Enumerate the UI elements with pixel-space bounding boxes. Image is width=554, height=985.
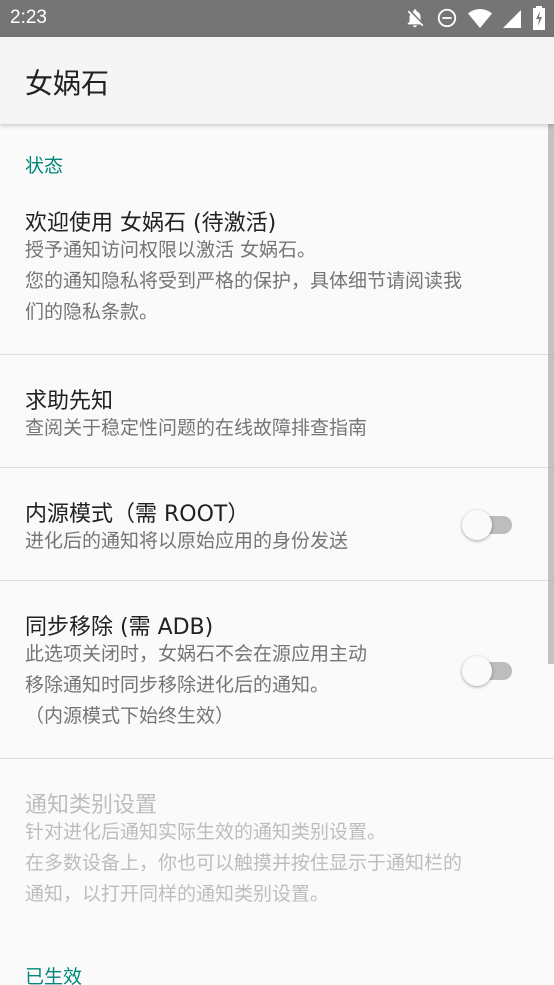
summary-line: （内源模式下始终生效） bbox=[25, 705, 235, 727]
welcome-summary: 授予通知访问权限以激活 女娲石。 您的通知隐私将受到严格的保护，具体细节请阅读我… bbox=[25, 235, 462, 328]
switch-thumb bbox=[462, 656, 492, 686]
scrollbar[interactable] bbox=[548, 124, 554, 664]
summary-line: 授予通知访问权限以激活 女娲石。 bbox=[25, 239, 317, 261]
inner-source-preference[interactable]: 内源模式（需 ROOT） 进化后的通知将以原始应用的身份发送 bbox=[0, 468, 554, 580]
battery-charging-icon bbox=[532, 6, 546, 30]
summary-line: 此选项关闭时，女娲石不会在源应用主动 bbox=[25, 643, 368, 665]
channel-settings-preference: 通知类别设置 针对进化后通知实际生效的通知类别设置。 在多数设备上，你也可以触摸… bbox=[0, 759, 554, 929]
status-icons bbox=[404, 6, 546, 30]
inner-source-title: 内源模式（需 ROOT） bbox=[25, 502, 250, 527]
summary-line: 您的通知隐私将受到严格的保护，具体细节请阅读我 bbox=[25, 270, 463, 292]
summary-line: 通知，以打开同样的通知类别设置。 bbox=[25, 883, 330, 905]
inner-source-switch[interactable] bbox=[460, 507, 516, 541]
summary-line: 在多数设备上，你也可以触摸并按住显示于通知栏的 bbox=[25, 852, 463, 874]
switch-thumb bbox=[462, 510, 492, 540]
inner-source-summary: 进化后的通知将以原始应用的身份发送 bbox=[25, 530, 349, 552]
channel-settings-title: 通知类别设置 bbox=[25, 793, 158, 818]
notifications-off-icon bbox=[404, 7, 426, 29]
sync-remove-summary: 此选项关闭时，女娲石不会在源应用主动 移除通知时同步移除进化后的通知。 （内源模… bbox=[25, 639, 367, 732]
welcome-title: 欢迎使用 女娲石 (待激活) bbox=[25, 211, 277, 236]
status-bar: 2:23 bbox=[0, 0, 554, 37]
help-preference[interactable]: 求助先知 查阅关于稳定性问题的在线故障排查指南 bbox=[0, 355, 554, 467]
app-title: 女娲石 bbox=[25, 67, 110, 100]
sync-remove-switch[interactable] bbox=[460, 653, 516, 687]
channel-settings-summary: 针对进化后通知实际生效的通知类别设置。 在多数设备上，你也可以触摸并按住显示于通… bbox=[25, 817, 462, 910]
summary-line: 针对进化后通知实际生效的通知类别设置。 bbox=[25, 821, 387, 843]
cellular-signal-icon bbox=[502, 7, 522, 29]
preferences-list[interactable]: 状态 欢迎使用 女娲石 (待激活) 授予通知访问权限以激活 女娲石。 您的通知隐… bbox=[0, 124, 554, 985]
welcome-preference[interactable]: 欢迎使用 女娲石 (待激活) 授予通知访问权限以激活 女娲石。 您的通知隐私将受… bbox=[0, 188, 554, 354]
do-not-disturb-icon bbox=[436, 7, 458, 29]
wifi-icon bbox=[468, 7, 492, 29]
help-summary: 查阅关于稳定性问题的在线故障排查指南 bbox=[25, 417, 368, 439]
section-header-active: 已生效 bbox=[25, 966, 83, 985]
app-bar: 女娲石 bbox=[0, 37, 554, 124]
sync-remove-preference[interactable]: 同步移除 (需 ADB) 此选项关闭时，女娲石不会在源应用主动 移除通知时同步移… bbox=[0, 581, 554, 758]
summary-line: 移除通知时同步移除进化后的通知。 bbox=[25, 674, 330, 696]
status-time: 2:23 bbox=[10, 7, 47, 28]
sync-remove-title: 同步移除 (需 ADB) bbox=[25, 615, 214, 640]
section-header-status: 状态 bbox=[25, 155, 64, 177]
help-title: 求助先知 bbox=[25, 389, 114, 414]
summary-line: 们的隐私条款。 bbox=[25, 301, 159, 323]
